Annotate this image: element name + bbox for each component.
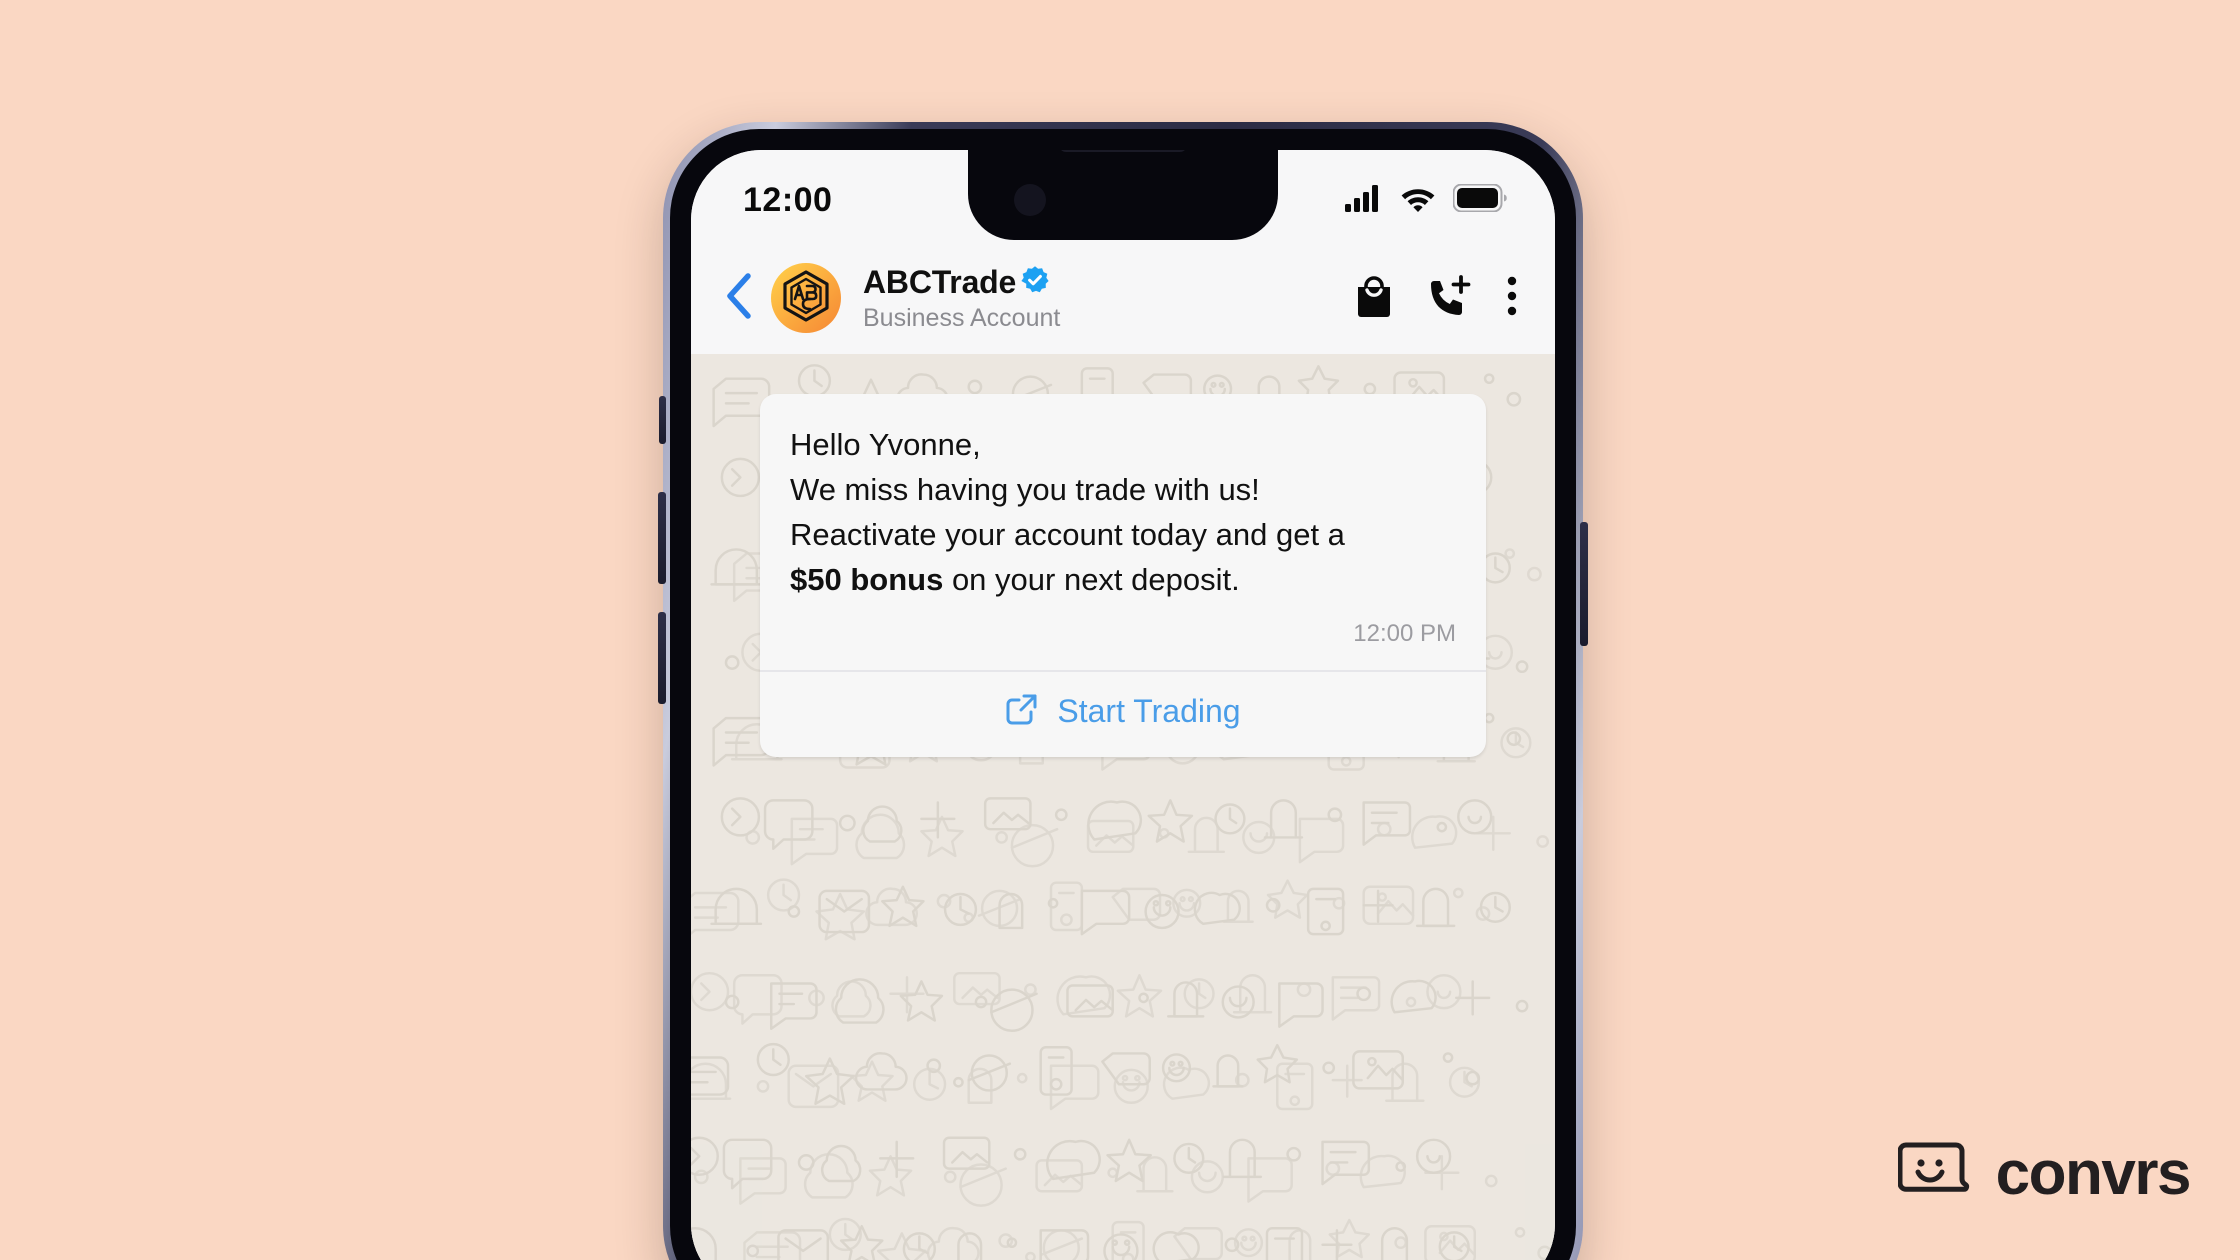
- header-actions: [1355, 274, 1519, 322]
- add-call-button[interactable]: [1427, 274, 1471, 322]
- message-bubble[interactable]: Hello Yvonne, We miss having you trade w…: [760, 394, 1486, 757]
- bonus-rest: on your next deposit.: [943, 562, 1240, 597]
- message-text: Hello Yvonne, We miss having you trade w…: [760, 394, 1486, 616]
- overflow-menu-icon: [1505, 275, 1519, 322]
- back-button[interactable]: [713, 272, 765, 324]
- status-bar-time: 12:00: [743, 180, 833, 219]
- contact-name-row: ABCTrade: [863, 264, 1345, 301]
- conversation-panel: Hello Yvonne, We miss having you trade w…: [691, 354, 1555, 1260]
- message-line: We miss having you trade with us!: [790, 472, 1260, 507]
- chevron-left-icon: [722, 272, 756, 325]
- status-bar-icons: [1345, 183, 1507, 217]
- poster-canvas: 12:00 ABCTrade Business Account Hello Yv…: [0, 0, 2240, 1260]
- contact-subtitle: Business Account: [863, 303, 1061, 332]
- volume-down-button[interactable]: [658, 612, 666, 704]
- shopping-bag-icon: [1355, 275, 1393, 322]
- power-button[interactable]: [1580, 522, 1588, 646]
- status-bar: 12:00: [691, 150, 1555, 242]
- message-line: Hello Yvonne,: [790, 427, 981, 462]
- battery-icon: [1452, 183, 1507, 217]
- contact-name: ABCTrade: [863, 263, 1017, 300]
- verified-badge-icon: [1020, 265, 1050, 300]
- bonus-amount: $50 bonus: [790, 562, 944, 597]
- phone-screen: 12:00 ABCTrade Business Account Hello Yv…: [691, 150, 1555, 1260]
- catalog-button[interactable]: [1355, 275, 1393, 322]
- volume-up-button[interactable]: [658, 492, 666, 584]
- wifi-icon: [1399, 184, 1437, 217]
- front-camera-icon: [1014, 184, 1046, 216]
- overflow-menu-button[interactable]: [1505, 275, 1519, 322]
- display-notch: [968, 150, 1278, 240]
- add-call-icon: [1427, 274, 1471, 322]
- message-line-bonus: $50 bonus on your next deposit.: [790, 557, 1456, 602]
- header-contact-info[interactable]: ABCTrade Business Account: [863, 264, 1345, 333]
- chat-header: ABCTrade Business Account: [691, 242, 1555, 354]
- phone-device: 12:00 ABCTrade Business Account Hello Yv…: [658, 122, 1588, 1260]
- phone-bezel: 12:00 ABCTrade Business Account Hello Yv…: [670, 129, 1576, 1260]
- speech-bubble-smiley-icon: [1897, 1139, 1970, 1208]
- contact-avatar[interactable]: [771, 263, 841, 333]
- message-line: Reactivate your account today and get a: [790, 517, 1345, 552]
- cta-label: Start Trading: [1057, 693, 1241, 729]
- external-link-icon: [1005, 692, 1039, 731]
- abc-hexagon-logo-icon: [779, 269, 833, 328]
- earpiece-speaker: [1059, 150, 1187, 152]
- message-meta: 12:00 PM: [760, 616, 1486, 670]
- convrs-wordmark: convrs: [1995, 1138, 2192, 1208]
- silent-switch[interactable]: [659, 396, 666, 444]
- message-timestamp: 12:00 PM: [1353, 620, 1456, 647]
- start-trading-button[interactable]: Start Trading: [760, 672, 1486, 757]
- convrs-logo: convrs: [1897, 1138, 2192, 1208]
- cellular-signal-icon: [1345, 184, 1383, 217]
